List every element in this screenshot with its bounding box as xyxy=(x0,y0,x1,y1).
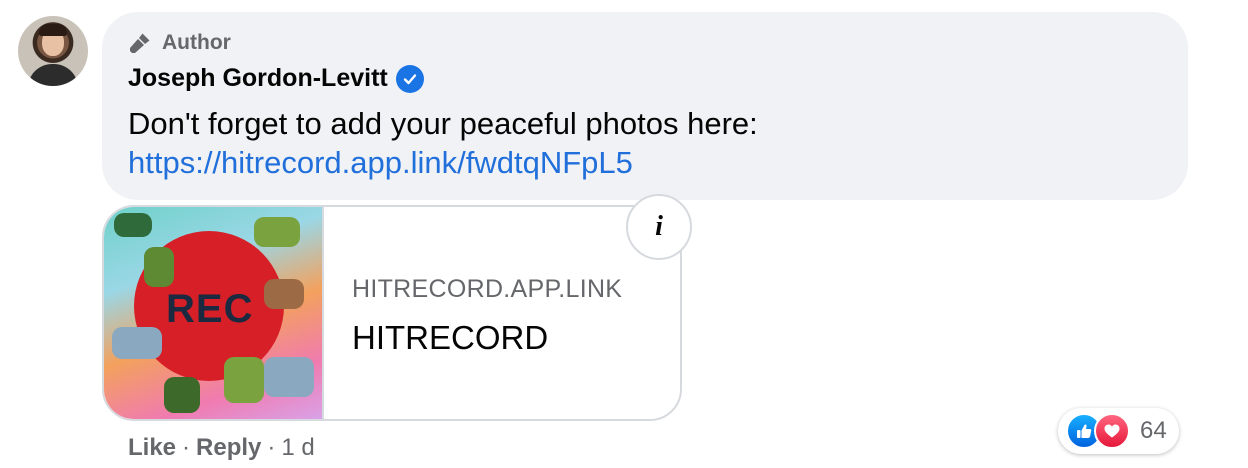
link-preview-card[interactable]: REC HITRECORD.APP.LINK HITRECORD xyxy=(102,205,682,421)
avatar-shirt xyxy=(28,64,78,86)
comment-link[interactable]: https://hitrecord.app.link/fwdtqNFpL5 xyxy=(128,143,633,182)
thumb-figure xyxy=(114,213,152,237)
link-preview-image[interactable]: REC xyxy=(104,207,324,419)
author-badge: Author xyxy=(128,31,231,55)
link-preview-domain: HITRECORD.APP.LINK xyxy=(352,275,623,303)
author-badge-label: Author xyxy=(162,31,231,54)
separator: · xyxy=(267,434,276,461)
thumb-figure xyxy=(264,279,304,309)
comment-actions: Like · Reply · 1 d xyxy=(128,434,315,462)
author-avatar[interactable] xyxy=(18,16,88,86)
reactions-summary[interactable]: 64 xyxy=(1058,408,1179,454)
author-name-row: Joseph Gordon-Levitt xyxy=(128,64,424,93)
thumb-figure xyxy=(112,327,162,359)
info-icon[interactable]: i xyxy=(626,194,692,260)
author-name[interactable]: Joseph Gordon-Levitt xyxy=(128,64,388,93)
link-preview-info[interactable]: HITRECORD.APP.LINK HITRECORD xyxy=(324,207,680,419)
like-button[interactable]: Like xyxy=(128,434,176,462)
thumb-figure xyxy=(254,217,300,247)
thumb-figure xyxy=(144,247,174,287)
thumb-figure xyxy=(224,357,264,403)
thumb-figure xyxy=(264,357,314,397)
comment-timestamp[interactable]: 1 d xyxy=(281,434,314,462)
separator: · xyxy=(182,434,191,461)
love-icon xyxy=(1094,413,1130,449)
comment-text: Don't forget to add your peaceful photos… xyxy=(128,106,758,141)
avatar-hair xyxy=(39,24,67,36)
verified-badge-icon xyxy=(395,64,424,93)
microphone-icon xyxy=(130,33,150,53)
link-preview-title: HITRECORD xyxy=(352,319,549,356)
reply-button[interactable]: Reply xyxy=(196,434,261,462)
rec-text: REC xyxy=(166,287,254,331)
thumb-figure xyxy=(164,377,200,413)
reaction-count: 64 xyxy=(1140,417,1167,444)
